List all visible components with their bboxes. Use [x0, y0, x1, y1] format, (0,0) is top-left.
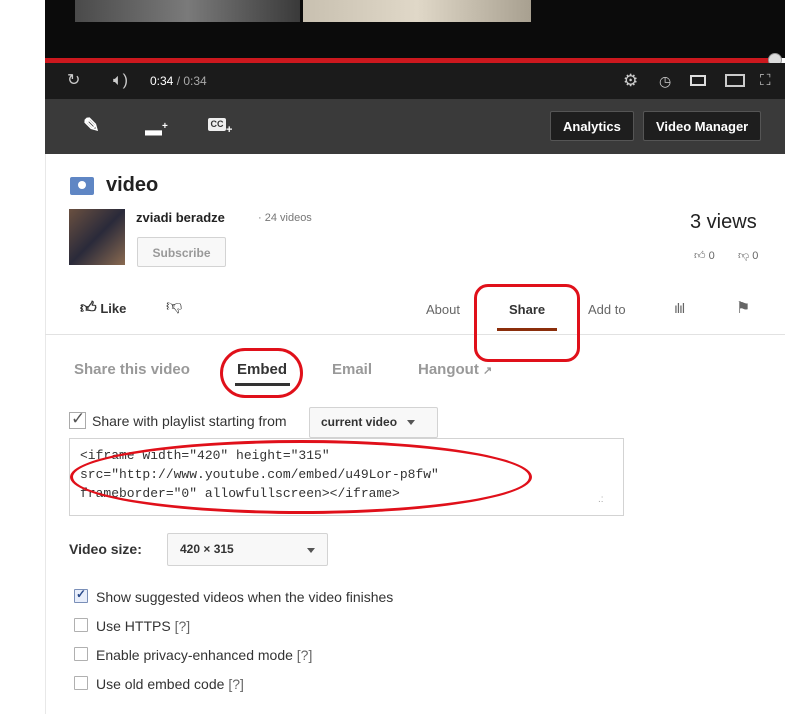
channel-avatar[interactable]: [69, 209, 125, 265]
action-row-divider: [45, 334, 785, 335]
like-button[interactable]: 👍︎ Like: [80, 299, 126, 318]
dislike-count: 👎︎ 0: [738, 249, 758, 262]
help-link[interactable]: [?]: [175, 618, 191, 634]
video-frame-left: [75, 0, 300, 22]
subtab-email[interactable]: Email: [332, 361, 372, 378]
subscribe-button[interactable]: Subscribe: [137, 237, 226, 267]
watch-later-clock-icon[interactable]: ◷: [659, 63, 671, 99]
subtab-share-this-video[interactable]: Share this video: [74, 361, 190, 378]
use-https-label: Use HTTPS: [96, 618, 171, 634]
small-player-icon[interactable]: [690, 75, 706, 86]
channel-video-count[interactable]: · 24 videos: [258, 212, 312, 224]
video-size-select[interactable]: 420 × 315: [167, 533, 328, 566]
annotation-circle-share: [474, 284, 580, 362]
analytics-button[interactable]: Analytics: [550, 111, 634, 141]
textarea-resize-grip-icon[interactable]: .:: [598, 494, 604, 505]
fullscreen-icon[interactable]: ⛶: [760, 63, 770, 99]
player-controls: ↻ 🔈︎) 0:34 / 0:34 ⚙ ◷ ⛶: [45, 63, 785, 99]
thumb-up-icon: 👍︎: [80, 300, 97, 317]
subtab-hangout[interactable]: Hangout ↗: [418, 361, 492, 378]
user-video-icon: [70, 177, 94, 195]
volume-icon[interactable]: 🔈︎): [113, 63, 128, 99]
thumb-down-small-icon: 👎︎: [738, 250, 750, 262]
duration: 0:34: [183, 74, 207, 88]
like-label: Like: [100, 301, 127, 316]
time-display: 0:34 / 0:34: [150, 63, 207, 99]
old-embed-code-checkbox[interactable]: [74, 676, 88, 690]
large-player-icon[interactable]: [725, 74, 745, 87]
add-captions-cc-icon[interactable]: CC: [208, 118, 226, 131]
hangout-label: Hangout: [418, 361, 479, 378]
thumb-down-icon: 👎︎: [166, 298, 183, 315]
page-gutter: [0, 0, 46, 714]
current-time: 0:34: [150, 74, 174, 88]
privacy-enhanced-label: Enable privacy-enhanced mode: [96, 647, 293, 663]
external-link-icon: ↗: [483, 365, 493, 377]
playlist-start-value: current video: [321, 415, 398, 429]
privacy-enhanced-option: Enable privacy-enhanced mode [?]: [96, 647, 312, 663]
tab-add-to[interactable]: Add to: [588, 302, 626, 317]
help-link[interactable]: [?]: [297, 647, 313, 663]
share-with-playlist-checkbox[interactable]: [69, 409, 86, 429]
annotation-circle-embed: [220, 348, 303, 398]
share-with-playlist-label: Share with playlist starting from: [92, 413, 287, 429]
cc-plus-icon: +: [226, 124, 233, 136]
annotation-circle-embed-code: [70, 440, 532, 514]
view-count: 3 views: [690, 211, 757, 233]
video-title: video: [106, 174, 159, 196]
video-size-label: Video size:: [69, 541, 142, 557]
channel-name-link[interactable]: zviadi beradze: [136, 210, 225, 225]
dislike-button[interactable]: 👎︎: [166, 297, 182, 316]
use-https-option: Use HTTPS [?]: [96, 618, 190, 634]
show-suggested-checkbox[interactable]: [74, 587, 88, 603]
edit-pencil-icon[interactable]: ✎: [83, 99, 100, 154]
dislike-count-value: 0: [752, 250, 759, 262]
video-frame-right: [303, 0, 531, 22]
add-annotation-icon[interactable]: ▬+: [145, 99, 168, 158]
report-flag-icon[interactable]: ⚑: [736, 298, 750, 318]
use-https-checkbox[interactable]: [74, 618, 88, 632]
replay-icon[interactable]: ↻: [67, 63, 80, 99]
privacy-enhanced-checkbox[interactable]: [74, 647, 88, 661]
chevron-down-icon: [307, 548, 315, 553]
chevron-down-icon: [407, 420, 416, 426]
like-count: 👍︎ 0: [694, 249, 715, 262]
tab-about[interactable]: About: [426, 302, 460, 317]
help-link[interactable]: [?]: [228, 676, 244, 692]
old-embed-code-label: Use old embed code: [96, 676, 225, 692]
settings-gear-icon[interactable]: ⚙: [623, 63, 638, 99]
creator-toolbar: ✎ ▬+ CC + Analytics Video Manager: [45, 99, 785, 154]
time-separator: /: [173, 74, 184, 88]
video-manager-button[interactable]: Video Manager: [643, 111, 762, 141]
thumb-up-small-icon: 👍︎: [694, 250, 706, 262]
video-size-value: 420 × 315: [180, 542, 234, 556]
video-player[interactable]: [45, 0, 785, 58]
playlist-start-select[interactable]: current video: [309, 407, 438, 438]
old-embed-code-option: Use old embed code [?]: [96, 676, 244, 692]
show-suggested-label: Show suggested videos when the video fin…: [96, 589, 394, 605]
like-count-value: 0: [708, 250, 715, 262]
stats-bar-chart-icon[interactable]: ılıl: [674, 300, 685, 316]
